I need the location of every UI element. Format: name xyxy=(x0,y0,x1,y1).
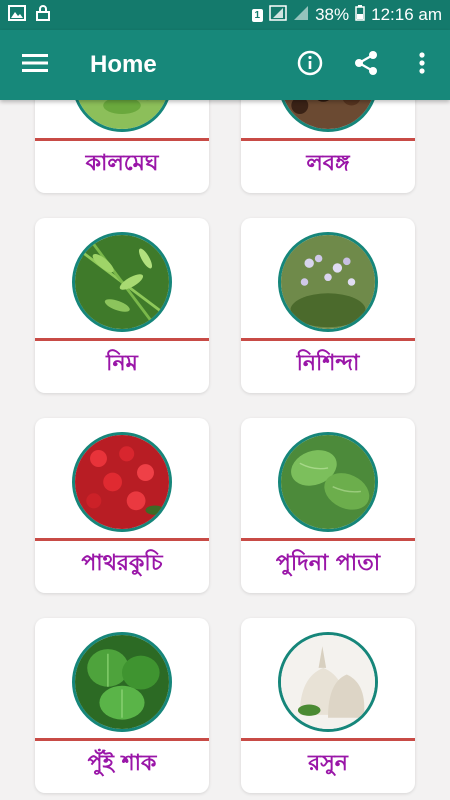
more-options-button[interactable] xyxy=(394,30,450,100)
clock: 12:16 am xyxy=(371,5,442,24)
sim-icon: 1 xyxy=(251,8,264,22)
plant-thumbnail xyxy=(72,100,172,132)
status-bar: 1 38% 12:16 am xyxy=(0,0,450,30)
card-divider xyxy=(35,538,209,541)
plant-card[interactable]: পাথরকুচি xyxy=(35,418,209,593)
plant-name: লবঙ্গ xyxy=(306,151,350,176)
page-title: Home xyxy=(90,51,157,78)
share-icon xyxy=(354,50,378,80)
hamburger-menu-icon xyxy=(22,53,48,77)
wifi-signal-icon xyxy=(269,4,287,26)
plant-card[interactable]: লবঙ্গ xyxy=(241,100,415,193)
plant-thumbnail xyxy=(278,100,378,132)
plant-name: নিশিন্দা xyxy=(296,351,360,376)
plant-thumbnail xyxy=(278,432,378,532)
cell-signal-icon xyxy=(293,5,309,26)
battery-icon xyxy=(355,4,365,26)
plant-thumbnail xyxy=(72,432,172,532)
card-divider xyxy=(241,738,415,741)
card-divider xyxy=(35,738,209,741)
plant-thumbnail xyxy=(278,632,378,732)
plant-name: রসুন xyxy=(308,751,348,776)
plant-thumbnail xyxy=(72,632,172,732)
plant-card[interactable]: পুদিনা পাতা xyxy=(241,418,415,593)
card-divider xyxy=(241,338,415,341)
battery-percent: 38% xyxy=(315,5,350,24)
plant-name: নিম xyxy=(106,351,138,376)
lock-notification-icon xyxy=(36,5,50,25)
gallery-notification-icon xyxy=(8,5,26,25)
plant-card[interactable]: রসুন xyxy=(241,618,415,793)
plant-card[interactable]: পুঁই শাক xyxy=(35,618,209,793)
share-button[interactable] xyxy=(338,30,394,100)
plant-name: পুঁই শাক xyxy=(87,751,157,776)
plant-card[interactable]: কালমেঘ xyxy=(35,100,209,193)
app-bar: Home xyxy=(0,30,450,100)
plant-card[interactable]: নিশিন্দা xyxy=(241,218,415,393)
more-vert-icon xyxy=(419,52,425,78)
card-divider xyxy=(241,538,415,541)
card-divider xyxy=(35,338,209,341)
plant-thumbnail xyxy=(72,232,172,332)
info-button[interactable] xyxy=(282,30,338,100)
card-divider xyxy=(35,138,209,141)
plant-name: কালমেঘ xyxy=(85,151,159,176)
plant-name: পুদিনা পাতা xyxy=(275,551,381,576)
info-icon xyxy=(297,50,323,80)
card-divider xyxy=(241,138,415,141)
plant-grid: কালমেঘ লবঙ্গ নিম নিশিন্দা পাথরকুচি পুদিন… xyxy=(0,100,450,800)
menu-button[interactable] xyxy=(0,30,70,100)
plant-thumbnail xyxy=(278,232,378,332)
plant-name: পাথরকুচি xyxy=(81,551,163,576)
plant-card[interactable]: নিম xyxy=(35,218,209,393)
